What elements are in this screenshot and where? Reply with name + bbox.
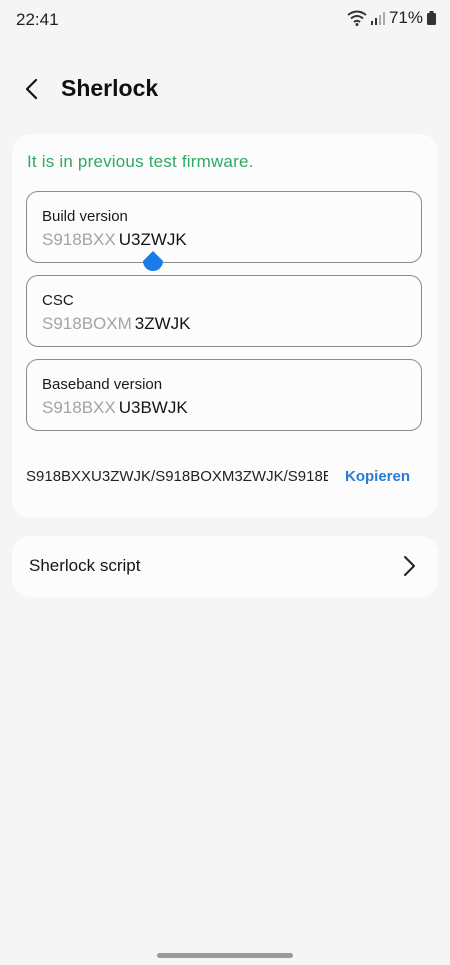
- firmware-summary-row: S918BXXU3ZWJK/S918BOXM3ZWJK/S918B Kopier…: [26, 468, 426, 488]
- firmware-notice: It is in previous test firmware.: [27, 152, 254, 171]
- status-icons: 71%: [347, 8, 436, 28]
- back-button[interactable]: [18, 76, 44, 102]
- firmware-card: It is in previous test firmware. Build v…: [12, 134, 438, 518]
- chevron-right-icon: [404, 556, 415, 576]
- firmware-summary-text: S918BXXU3ZWJK/S918BOXM3ZWJK/S918B: [26, 468, 328, 485]
- baseband-version-label: Baseband version: [42, 376, 163, 393]
- csc-label: CSC: [42, 292, 74, 309]
- cursor-handle-icon: [143, 251, 163, 271]
- text-cursor-handle[interactable]: [142, 250, 164, 272]
- build-version-field[interactable]: Build version S918BXX U3ZWJK: [26, 191, 422, 263]
- battery-icon: [427, 11, 436, 25]
- home-indicator[interactable]: [157, 953, 293, 958]
- battery-percent: 71%: [388, 8, 423, 27]
- chevron-left-icon: [25, 78, 38, 100]
- baseband-version-field[interactable]: Baseband version S918BXX U3BWJK: [26, 359, 422, 431]
- app-header: Sherlock: [0, 66, 450, 112]
- signal-icon: [370, 11, 385, 25]
- build-version-label: Build version: [42, 208, 128, 225]
- sherlock-script-label: Sherlock script: [29, 556, 141, 575]
- sherlock-script-row[interactable]: Sherlock script: [12, 536, 438, 597]
- copy-button[interactable]: Kopieren: [345, 468, 410, 485]
- status-bar: 22:41 71%: [0, 0, 450, 40]
- status-time: 22:41: [16, 10, 59, 29]
- build-version-value[interactable]: S918BXX U3ZWJK: [42, 230, 187, 250]
- csc-field[interactable]: CSC S918BOXM 3ZWJK: [26, 275, 422, 347]
- csc-suffix: 3ZWJK: [134, 314, 191, 333]
- page-title: Sherlock: [61, 75, 159, 101]
- build-version-suffix: U3ZWJK: [118, 230, 187, 249]
- wifi-icon: [347, 10, 367, 26]
- build-version-prefix: S918BXX: [42, 230, 116, 249]
- baseband-version-suffix: U3BWJK: [118, 398, 188, 417]
- baseband-version-prefix: S918BXX: [42, 398, 116, 417]
- csc-prefix: S918BOXM: [42, 314, 132, 333]
- baseband-version-value[interactable]: S918BXX U3BWJK: [42, 398, 188, 418]
- csc-value[interactable]: S918BOXM 3ZWJK: [42, 314, 191, 334]
